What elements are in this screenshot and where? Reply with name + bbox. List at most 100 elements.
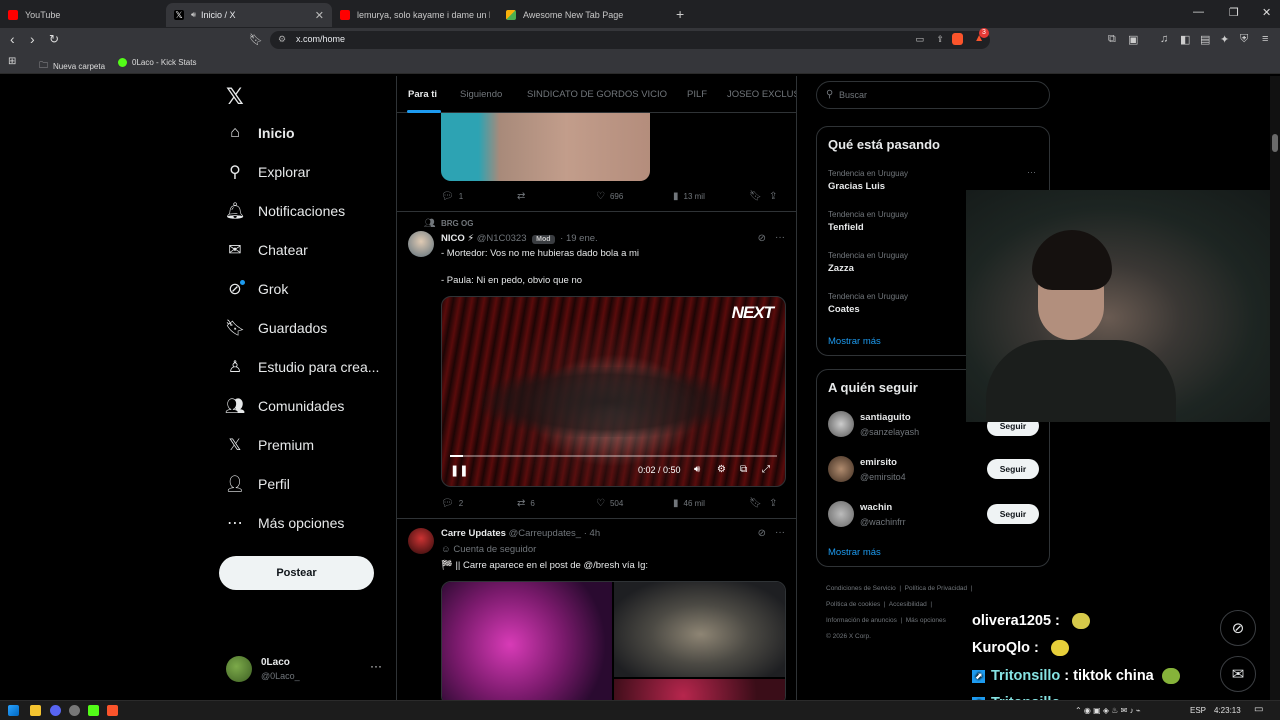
show-more-link[interactable]: Mostrar más [828,336,881,347]
clock[interactable]: 4:23:13 [1214,706,1241,715]
avatar[interactable] [408,231,434,257]
show-more-link[interactable]: Mostrar más [828,547,881,558]
trend-name[interactable]: Tenfield [828,222,864,233]
footer-link[interactable]: Información de anuncios [826,617,897,624]
follow-name[interactable]: emirsito [860,457,897,468]
close-window-icon[interactable]: ✕ [1262,6,1271,19]
tab-youtube[interactable]: YouTube [0,3,166,27]
speaker-icon[interactable]: 🔊︎ [191,10,196,20]
follow-button[interactable]: Seguir [987,504,1039,524]
tab-community[interactable]: SINDICATO DE GORDOS VICIO [527,89,667,100]
reply-button[interactable]: 💬︎ 2 [441,498,463,509]
forward-icon[interactable]: › [30,31,35,47]
volume-icon[interactable]: 🔊︎ [694,464,700,475]
obs-icon[interactable] [69,705,80,716]
grok-icon[interactable]: ⊘ [758,528,766,539]
avatar[interactable] [408,528,434,554]
address-bar[interactable]: ⚙︎ x.com/home ▭ ⇪ ▲ 3 [270,28,990,49]
page-scrollbar[interactable] [1270,76,1280,700]
author-handle[interactable]: @Carreupdates_ [509,528,582,539]
nav-item-premium[interactable]: 𝕏 Premium [226,436,314,454]
back-icon[interactable]: ‹ [10,31,15,47]
site-info-icon[interactable]: ⚙︎ [278,34,286,45]
apps-grid-icon[interactable]: ⊞ [8,56,16,67]
repost-button[interactable]: ⇄ 6 [517,498,535,509]
more-icon[interactable]: ··· [775,232,785,243]
tweet-media[interactable] [441,112,650,181]
share-icon[interactable]: ⇪ [936,34,944,45]
wallet-icon[interactable]: ▣ [1128,33,1138,46]
nav-item-chat[interactable]: ✉ Chatear [226,241,308,259]
avatar[interactable] [828,456,854,482]
vpn-icon[interactable]: ⛨ [1240,33,1248,46]
more-icon[interactable]: ··· [1027,167,1036,177]
messages-floating-button[interactable]: ✉ [1220,656,1256,692]
footer-link[interactable]: Política de cookies [826,601,880,608]
views-button[interactable]: ▮ 13 mil [673,191,705,202]
tab-community[interactable]: JOSEO EXCLUSI [727,89,796,100]
bookmark-kick-stats[interactable]: 0Laco - Kick Stats [118,58,196,67]
avatar[interactable] [828,501,854,527]
tweet-time[interactable]: · 4h [584,528,600,539]
views-button[interactable]: ▮ 46 mil [673,498,705,509]
tab-para-ti[interactable]: Para ti [408,89,437,100]
brave-icon[interactable] [107,705,118,716]
bookmark-button[interactable]: 🔖︎ [749,191,767,202]
reload-icon[interactable]: ↻ [49,32,59,46]
community-name[interactable]: BRG OG [441,219,473,228]
picture-in-picture-icon[interactable]: ⧉ [740,464,747,475]
leo-icon[interactable]: ✦ [1220,33,1229,46]
sidebar-toggle-icon[interactable]: ◧ [1180,33,1190,46]
wallet-2-icon[interactable]: ▤ [1200,33,1210,46]
minimize-icon[interactable]: — [1193,6,1204,18]
footer-link[interactable]: Más opciones [906,617,946,624]
nav-item-notifications[interactable]: 🔔︎ Notificaciones [225,202,345,220]
bookmark-folder[interactable]: 🗀︎ Nueva carpeta [39,58,105,74]
account-switcher[interactable]: 0Laco @0Laco_ ··· [226,654,386,686]
author-handle[interactable]: @N1C0323 [477,233,527,244]
brave-shield-icon[interactable] [952,33,963,45]
discord-icon[interactable] [50,705,61,716]
follow-name[interactable]: santiaguito [860,412,911,423]
like-button[interactable]: ♡ 696 [596,191,623,202]
nav-item-profile[interactable]: 👤︎ Perfil [225,475,290,493]
bookmark-button[interactable]: 🔖︎ [749,498,767,509]
share-button[interactable]: ⇪ [769,498,782,509]
start-icon[interactable] [8,705,19,716]
post-button[interactable]: Postear [219,556,374,590]
restore-icon[interactable]: ❐ [1229,6,1239,19]
tweet-media-grid[interactable] [441,581,786,700]
tab-siguiendo[interactable]: Siguiendo [460,89,502,100]
nav-item-communities[interactable]: 👥︎ Comunidades [225,397,345,415]
settings-icon[interactable]: ⚙︎ [717,464,726,475]
pause-icon[interactable]: ❚❚ [450,464,468,477]
footer-link[interactable]: Política de Privacidad [905,585,968,592]
search-input[interactable]: ⚲ Buscar [816,81,1050,109]
author-name[interactable]: Carre Updates [441,528,506,539]
author-name[interactable]: NICO ⚡ [441,233,474,244]
trend-name[interactable]: Gracias Luis [828,181,885,192]
tweet-image[interactable] [614,679,785,700]
nav-item-bookmarks[interactable]: 🔖︎ Guardados [225,319,327,337]
more-icon[interactable]: ··· [775,527,785,538]
repost-button[interactable]: ⇄ [517,191,530,202]
tweet[interactable]: Carre Updates @Carreupdates_ · 4h ⊘ ··· … [397,519,796,700]
nav-item-grok[interactable]: ⊘ Grok [226,280,288,298]
notification-center-icon[interactable]: ▭ [1254,704,1263,715]
x-logo-icon[interactable]: 𝕏 [226,84,244,110]
like-button[interactable]: ♡ 504 [596,498,623,509]
avatar[interactable] [828,411,854,437]
new-tab-button[interactable]: + [676,6,684,22]
follow-name[interactable]: wachin [860,502,892,513]
tab-x-home[interactable]: 𝕏 🔊︎ Inicio / X ✕ [166,3,332,27]
tweet-image[interactable] [442,582,612,700]
scrollbar-thumb[interactable] [1272,134,1278,152]
menu-icon[interactable]: ≡ [1262,33,1268,45]
footer-link[interactable]: Accesibilidad [889,601,927,608]
file-explorer-icon[interactable] [30,705,41,716]
trend-name[interactable]: Coates [828,304,860,315]
reply-button[interactable]: 💬︎ 1 [441,191,463,202]
fullscreen-icon[interactable]: ⤢ [762,464,770,475]
nav-item-creator-studio[interactable]: ♙ Estudio para crea... [226,358,380,376]
video-player[interactable]: NEXT ❚❚ 0:02 / 0:50 🔊︎ ⚙︎ ⧉ ⤢ [441,296,786,487]
